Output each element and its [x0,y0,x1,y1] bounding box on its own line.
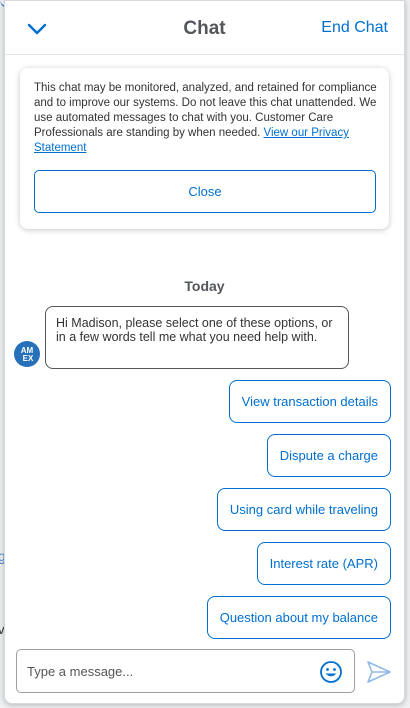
chat-header: Chat End Chat [5,1,404,55]
quick-reply-using-card-while-traveling[interactable]: Using card while traveling [216,488,391,531]
message-input[interactable] [27,650,307,692]
close-notice-button[interactable]: Close [34,170,376,213]
chat-body[interactable]: This chat may be monitored, analyzed, an… [5,56,404,639]
amex-avatar-icon: AM EX [14,341,40,367]
emoji-button[interactable] [319,660,343,684]
quick-reply-question-about-balance[interactable]: Question about my balance [206,596,391,639]
quick-reply-interest-rate[interactable]: Interest rate (APR) [256,542,391,585]
quick-reply-dispute-a-charge[interactable]: Dispute a charge [266,434,391,477]
message-composer [5,639,404,703]
privacy-notice-card: This chat may be monitored, analyzed, an… [20,68,389,229]
svg-text:EX: EX [23,354,34,363]
chat-window: Chat End Chat This chat may be monitored… [4,0,405,704]
send-button[interactable] [366,660,392,684]
send-arrow-icon [367,661,391,683]
message-input-container [16,649,355,693]
smiley-icon [320,661,342,683]
quick-reply-view-transaction-details[interactable]: View transaction details [228,380,391,423]
agent-message-bubble: Hi Madison, please select one of these o… [45,306,349,369]
amex-logo-icon: AM EX [21,346,34,363]
day-separator: Today [184,278,225,294]
privacy-notice-text: This chat may be monitored, analyzed, an… [34,81,379,156]
end-chat-button[interactable]: End Chat [321,19,388,37]
